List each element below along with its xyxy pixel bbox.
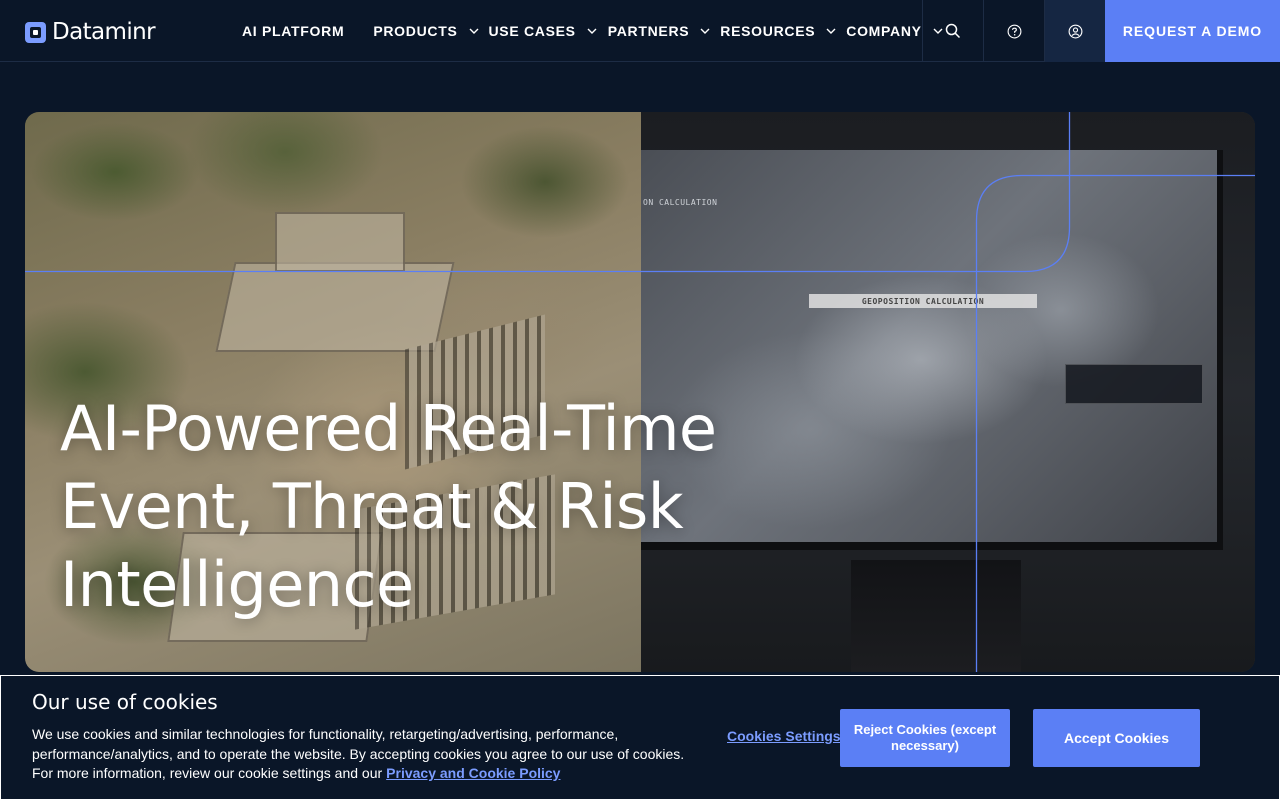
- nav-item-label: RESOURCES: [720, 23, 816, 39]
- top-navigation: Dataminr AI PLATFORM PRODUCTS USE CASES …: [0, 0, 1280, 62]
- main-menu: AI PLATFORM PRODUCTS USE CASES PARTNERS …: [242, 0, 943, 62]
- account-icon: [1068, 24, 1082, 38]
- hero-banner: ON CALCULATION GEOPOSITION CALCULATION A…: [25, 112, 1255, 672]
- account-button[interactable]: [1044, 0, 1105, 62]
- search-icon: [945, 23, 961, 39]
- chevron-down-icon: [826, 28, 836, 34]
- nav-item-label: AI PLATFORM: [242, 23, 345, 39]
- chevron-down-icon: [469, 28, 478, 34]
- nav-item-use-cases[interactable]: USE CASES: [489, 0, 597, 62]
- nav-item-label: COMPANY: [846, 23, 922, 39]
- chevron-down-icon: [700, 28, 710, 34]
- cookie-banner: Our use of cookies We use cookies and si…: [0, 675, 1280, 800]
- nav-item-label: USE CASES: [488, 23, 576, 39]
- privacy-policy-link[interactable]: Privacy and Cookie Policy: [386, 765, 560, 781]
- help-icon: [1007, 24, 1021, 38]
- chevron-down-icon: [587, 28, 597, 34]
- reject-cookies-button[interactable]: Reject Cookies (except necessary): [840, 709, 1010, 767]
- cookies-settings-link[interactable]: Cookies Settings: [727, 728, 841, 744]
- cookie-description: We use cookies and similar technologies …: [32, 725, 692, 784]
- nav-item-partners[interactable]: PARTNERS: [608, 0, 711, 62]
- nav-item-ai-platform[interactable]: AI PLATFORM: [242, 0, 344, 62]
- search-button[interactable]: [922, 0, 983, 62]
- accept-cookies-button[interactable]: Accept Cookies: [1033, 709, 1200, 767]
- nav-item-resources[interactable]: RESOURCES: [720, 0, 836, 62]
- dataminr-logo-icon: [25, 21, 46, 43]
- nav-icon-group: [922, 0, 1105, 62]
- cookie-text: We use cookies and similar technologies …: [32, 726, 685, 781]
- dataminr-logo[interactable]: Dataminr: [25, 18, 156, 45]
- nav-item-label: PARTNERS: [607, 23, 690, 39]
- cookie-title: Our use of cookies: [32, 690, 218, 714]
- nav-item-label: PRODUCTS: [373, 23, 458, 39]
- accent-line: [25, 112, 1071, 273]
- brand-name: Dataminr: [52, 18, 156, 45]
- nav-item-products[interactable]: PRODUCTS: [373, 0, 478, 62]
- hero-title: AI-Powered Real-Time Event, Threat & Ris…: [60, 392, 717, 621]
- accent-line: [975, 174, 1255, 672]
- request-demo-button[interactable]: REQUEST A DEMO: [1105, 0, 1280, 62]
- help-button[interactable]: [983, 0, 1044, 62]
